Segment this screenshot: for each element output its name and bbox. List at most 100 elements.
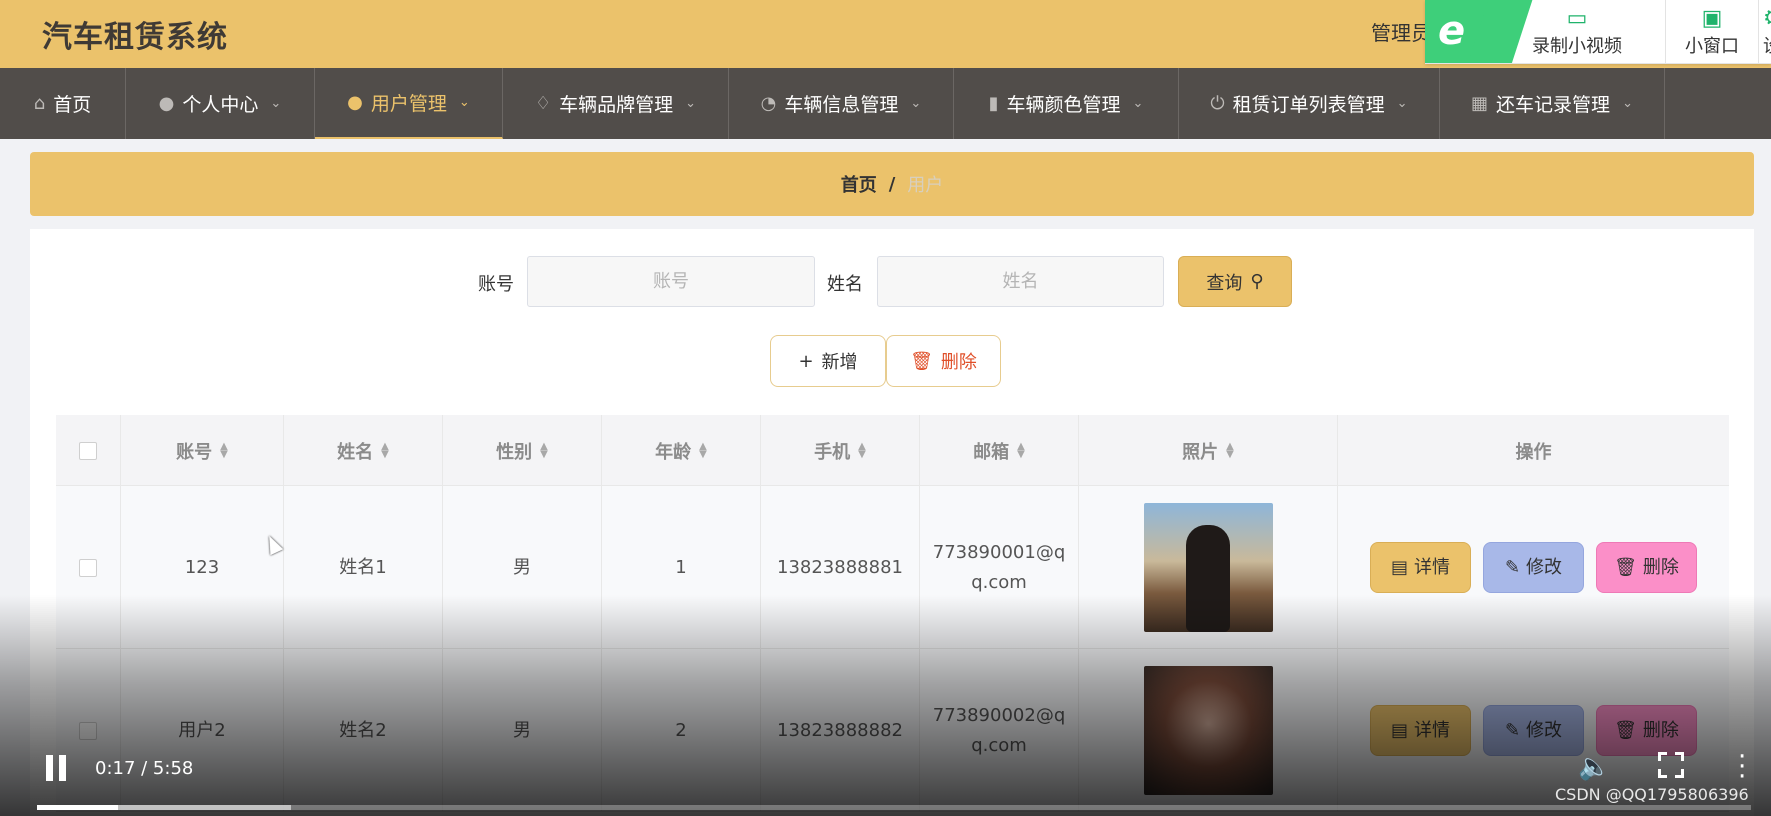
nav-item-color-management[interactable]: ▮ 车辆颜色管理 ⌄ [954, 68, 1179, 139]
more-options-icon[interactable]: · · · [1738, 744, 1746, 790]
sort-icon[interactable]: ▲ ▼ [540, 441, 548, 459]
plus-icon: + [798, 350, 814, 372]
bell-off-icon: ♢ [534, 93, 552, 114]
grid-icon: ▦ [1471, 93, 1489, 114]
batch-delete-button[interactable]: 🗑 删除 [886, 335, 1001, 387]
column-header-name[interactable]: 姓名 ▲ ▼ [284, 415, 443, 486]
gear-icon: ⚙ [1763, 0, 1771, 32]
mini-window-button[interactable]: ▣ 小窗口 [1669, 0, 1755, 63]
pencil-icon: ✎ [1504, 719, 1521, 741]
sort-icon[interactable]: ▲ ▼ [858, 441, 866, 459]
cell-gender: 男 [443, 486, 602, 649]
user-photo[interactable] [1143, 503, 1273, 632]
edit-button[interactable]: ✎ 修改 [1483, 705, 1584, 756]
query-button[interactable]: 查询 ⚲ [1178, 256, 1292, 307]
trash-icon: 🗑 [1614, 719, 1637, 741]
cell-actions: ▤ 详情 ✎ 修改 🗑 删除 [1338, 486, 1729, 649]
nav-item-home[interactable]: ⌂ 首页 [0, 68, 126, 139]
column-header-email[interactable]: 邮箱 ▲ ▼ [920, 415, 1079, 486]
nav-item-brand-management[interactable]: ♢ 车辆品牌管理 ⌄ [503, 68, 729, 139]
nav-item-user-management[interactable]: ● 用户管理 ⌄ [315, 68, 503, 139]
name-search-input[interactable] [877, 256, 1164, 307]
delete-button[interactable]: 🗑 删除 [1596, 542, 1697, 593]
column-header-phone[interactable]: 手机 ▲ ▼ [761, 415, 920, 486]
app-title: 汽车租赁系统 [42, 20, 228, 55]
chevron-down-icon: ⌄ [1132, 96, 1144, 111]
search-icon: ⚲ [1250, 271, 1264, 292]
nav-item-personal-center[interactable]: ● 个人中心 ⌄ [126, 68, 315, 139]
column-header-gender[interactable]: 性别 ▲ ▼ [443, 415, 602, 486]
select-all-cell [56, 415, 121, 486]
video-time: 0:17 / 5:58 [95, 758, 194, 779]
breadcrumb: 首页 / 用户 [30, 152, 1754, 216]
chevron-down-icon: ⌄ [458, 95, 470, 110]
select-all-checkbox[interactable] [79, 441, 97, 460]
admin-label[interactable]: 管理员 [1371, 17, 1431, 46]
cell-phone: 13823888882 [761, 649, 920, 812]
column-header-photo[interactable]: 照片 ▲ ▼ [1079, 415, 1338, 486]
user-table: 账号 ▲ ▼ 姓名 ▲ ▼ 性别 ▲ ▼ 年龄 ▲ ▼ 手机 ▲ ▼ 邮箱 ▲ ▼ 照片 ▲ ▼ 操作 12… [56, 415, 1729, 816]
user-icon: ● [347, 92, 363, 113]
settings-button[interactable]: ⚙ 设置 [1763, 0, 1771, 63]
cell-photo [1079, 649, 1338, 812]
divider [1665, 0, 1666, 63]
fullscreen-icon[interactable] [1658, 752, 1684, 778]
home-icon: ⌂ [33, 93, 46, 114]
document-icon: ▤ [1390, 556, 1408, 578]
table-row: 用户2 姓名2 男 2 13823888882 773890002@q q.co… [56, 649, 1729, 812]
delete-button[interactable]: 🗑 删除 [1596, 705, 1697, 756]
cell-email: 773890002@q q.com [920, 649, 1079, 812]
sort-icon[interactable]: ▲ ▼ [699, 441, 707, 459]
cell-phone: 13823888881 [761, 486, 920, 649]
table-row: 123 姓名1 男 1 13823888881 773890001@q q.co… [56, 486, 1729, 649]
volume-icon[interactable]: 🔈 [1578, 752, 1610, 782]
nav-item-return-records[interactable]: ▦ 还车记录管理 ⌄ [1440, 68, 1665, 139]
gauge-icon: ◔ [760, 93, 777, 114]
account-search-input[interactable] [527, 256, 815, 307]
detail-button[interactable]: ▤ 详情 [1370, 705, 1471, 756]
pencil-icon: ✎ [1504, 556, 1521, 578]
row-checkbox[interactable] [79, 721, 97, 740]
recorder-logo-icon: e [1425, 0, 1500, 63]
nav-item-rental-orders[interactable]: ⏻ 租赁订单列表管理 ⌄ [1179, 68, 1440, 139]
video-progress-bar[interactable] [37, 805, 1751, 810]
record-video-button[interactable]: ▭ 录制小视频 [1507, 0, 1647, 63]
trash-icon: 🗑 [1614, 556, 1637, 578]
sort-icon[interactable]: ▲ ▼ [1017, 441, 1025, 459]
video-camera-icon: ▭ [1566, 6, 1588, 31]
cell-account: 123 [121, 486, 284, 649]
tv-icon: ▣ [1701, 6, 1723, 31]
bar-chart-icon: ▮ [988, 93, 999, 114]
power-icon: ⏻ [1210, 93, 1225, 114]
cell-age: 2 [602, 649, 761, 812]
cell-account: 用户2 [121, 649, 284, 812]
pause-button[interactable] [44, 755, 68, 781]
cell-name: 姓名2 [284, 649, 443, 812]
sort-icon[interactable]: ▲ ▼ [1226, 441, 1234, 459]
cell-photo [1079, 486, 1338, 649]
chevron-down-icon: ⌄ [1622, 96, 1633, 111]
cell-gender: 男 [443, 649, 602, 812]
video-played-bar [37, 805, 118, 810]
column-header-account[interactable]: 账号 ▲ ▼ [121, 415, 284, 486]
row-checkbox[interactable] [79, 558, 97, 577]
breadcrumb-home[interactable]: 首页 [841, 171, 877, 197]
main-nav: ⌂ 首页 ● 个人中心 ⌄ ● 用户管理 ⌄ ♢ 车辆品牌管理 ⌄ ◔ 车辆信息… [0, 68, 1771, 139]
edit-button[interactable]: ✎ 修改 [1483, 542, 1584, 593]
add-button[interactable]: + 新增 [770, 335, 886, 387]
breadcrumb-separator: / [888, 173, 896, 195]
user-photo[interactable] [1143, 666, 1273, 795]
cell-age: 1 [602, 486, 761, 649]
watermark: CSDN @QQ1795806396 [1555, 785, 1749, 804]
cell-name: 姓名1 [284, 486, 443, 649]
chevron-down-icon: ⌄ [270, 96, 282, 111]
sort-icon[interactable]: ▲ ▼ [381, 441, 389, 459]
column-header-age[interactable]: 年龄 ▲ ▼ [602, 415, 761, 486]
nav-item-vehicle-info-management[interactable]: ◔ 车辆信息管理 ⌄ [729, 68, 954, 139]
sort-icon[interactable]: ▲ ▼ [220, 441, 228, 459]
table-header: 账号 ▲ ▼ 姓名 ▲ ▼ 性别 ▲ ▼ 年龄 ▲ ▼ 手机 ▲ ▼ 邮箱 ▲ ▼ 照片 ▲ ▼ 操作 [56, 415, 1729, 486]
row-select-cell [56, 649, 121, 812]
user-icon: ● [158, 93, 175, 114]
detail-button[interactable]: ▤ 详情 [1370, 542, 1471, 593]
trash-icon: 🗑 [910, 350, 933, 372]
